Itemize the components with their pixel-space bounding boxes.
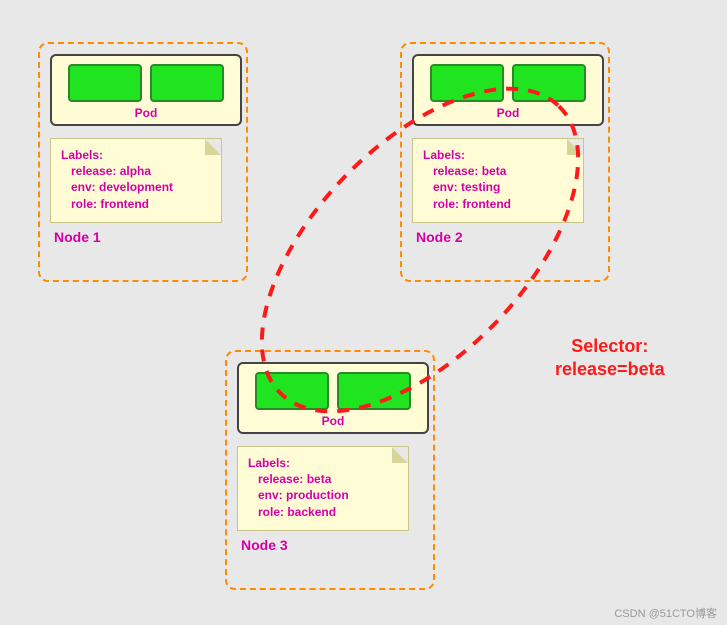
node-title: Node 3 bbox=[237, 537, 423, 553]
label-env: env: production bbox=[248, 487, 398, 503]
labels-note: Labels: release: beta env: testing role:… bbox=[412, 138, 584, 223]
container bbox=[430, 64, 504, 102]
label-role: role: frontend bbox=[423, 196, 573, 212]
label-env: env: development bbox=[61, 179, 211, 195]
pod-containers bbox=[255, 372, 411, 410]
label-release: release: alpha bbox=[61, 163, 211, 179]
container bbox=[512, 64, 586, 102]
node-title: Node 2 bbox=[412, 229, 598, 245]
selector-label: Selector: release=beta bbox=[555, 335, 665, 382]
pod: Pod bbox=[50, 54, 242, 126]
pod: Pod bbox=[412, 54, 604, 126]
node-3: Pod Labels: release: beta env: productio… bbox=[225, 350, 435, 590]
labels-title: Labels: bbox=[248, 455, 398, 471]
pod-label: Pod bbox=[135, 106, 158, 120]
container bbox=[150, 64, 224, 102]
container bbox=[255, 372, 329, 410]
label-env: env: testing bbox=[423, 179, 573, 195]
node-1: Pod Labels: release: alpha env: developm… bbox=[38, 42, 248, 282]
container bbox=[337, 372, 411, 410]
labels-note: Labels: release: alpha env: development … bbox=[50, 138, 222, 223]
labels-note: Labels: release: beta env: production ro… bbox=[237, 446, 409, 531]
labels-title: Labels: bbox=[61, 147, 211, 163]
pod-label: Pod bbox=[322, 414, 345, 428]
node-title: Node 1 bbox=[50, 229, 236, 245]
container bbox=[68, 64, 142, 102]
selector-line2: release=beta bbox=[555, 358, 665, 381]
label-release: release: beta bbox=[423, 163, 573, 179]
selector-line1: Selector: bbox=[555, 335, 665, 358]
watermark: CSDN @51CTO博客 bbox=[614, 605, 717, 621]
pod-containers bbox=[430, 64, 586, 102]
labels-title: Labels: bbox=[423, 147, 573, 163]
pod-label: Pod bbox=[497, 106, 520, 120]
label-role: role: frontend bbox=[61, 196, 211, 212]
label-role: role: backend bbox=[248, 504, 398, 520]
pod-containers bbox=[68, 64, 224, 102]
node-2: Pod Labels: release: beta env: testing r… bbox=[400, 42, 610, 282]
label-release: release: beta bbox=[248, 471, 398, 487]
pod: Pod bbox=[237, 362, 429, 434]
